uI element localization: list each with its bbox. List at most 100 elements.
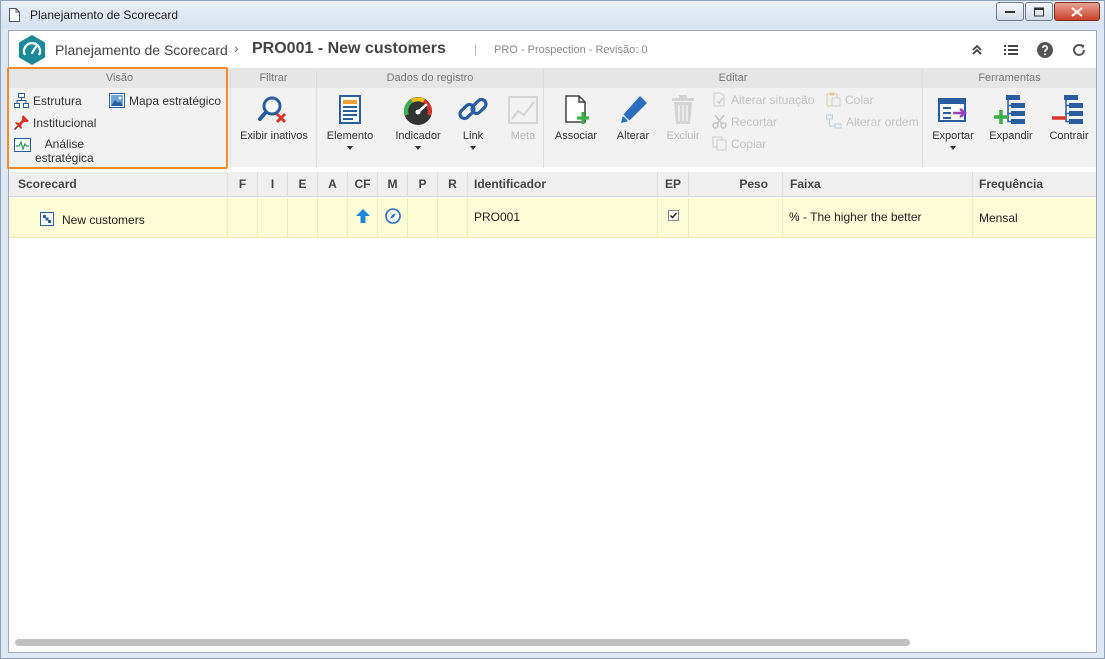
cell-r xyxy=(438,198,468,238)
link-button[interactable]: Link xyxy=(451,93,495,150)
link-icon xyxy=(458,97,488,121)
minimize-button[interactable] xyxy=(996,2,1024,21)
meta-chart-icon xyxy=(508,96,538,124)
change-status-icon xyxy=(713,92,725,107)
arrow-up-icon xyxy=(356,209,370,223)
link-label: Link xyxy=(462,130,484,142)
estrutura-label: Estrutura xyxy=(33,93,82,108)
page-title: PRO001 - New customers xyxy=(252,40,446,57)
window-controls xyxy=(995,2,1100,21)
strategic-map-icon xyxy=(109,93,125,108)
col-header-f[interactable]: F xyxy=(228,172,258,197)
col-header-e[interactable]: E xyxy=(288,172,318,197)
ep-checkbox[interactable] xyxy=(668,210,679,221)
col-header-r[interactable]: R xyxy=(438,172,468,197)
alterar-ordem-label: Alterar ordem xyxy=(846,114,919,129)
copiar-button[interactable]: Copiar xyxy=(712,136,766,151)
strategic-analysis-icon xyxy=(14,138,31,152)
alterar-ordem-button[interactable]: Alterar ordem xyxy=(826,114,919,129)
collapse-up-icon[interactable] xyxy=(968,41,986,59)
copy-icon xyxy=(712,136,727,151)
app-client: Planejamento de Scorecard › PRO001 - New… xyxy=(7,30,1097,653)
ribbon-toolbar: Visão Estrutura Mapa estratégico Institu… xyxy=(7,67,1096,169)
col-header-frequencia[interactable]: Frequência xyxy=(973,172,1096,197)
page-subtitle: PRO - Prospection - Revisão: 0 xyxy=(494,44,648,56)
trash-icon xyxy=(672,95,694,124)
col-header-scorecard[interactable]: Scorecard xyxy=(9,172,228,197)
alterar-button[interactable]: Alterar xyxy=(608,93,658,142)
pencil-icon xyxy=(621,96,647,123)
group-title-ferramentas: Ferramentas xyxy=(923,69,1096,88)
cell-p xyxy=(408,198,438,238)
col-header-a[interactable]: A xyxy=(318,172,348,197)
collapse-tree-icon xyxy=(1052,95,1083,124)
alterar-situacao-button[interactable]: Alterar situação xyxy=(712,92,814,107)
scorecard-name: New customers xyxy=(62,213,145,227)
ribbon-group-visao: Visão Estrutura Mapa estratégico Institu… xyxy=(7,67,231,169)
paste-icon xyxy=(826,92,841,107)
cell-m xyxy=(378,198,408,238)
elemento-button[interactable]: Elemento xyxy=(323,93,377,150)
analise-estrategica-button[interactable]: Análise estratégica xyxy=(14,137,94,165)
col-header-peso[interactable]: Peso xyxy=(689,172,783,197)
mapa-estrategico-label: Mapa estratégico xyxy=(129,93,222,108)
mapa-estrategico-button[interactable]: Mapa estratégico xyxy=(109,93,221,108)
colar-button[interactable]: Colar xyxy=(826,92,874,107)
exibir-inativos-label: Exibir inativos xyxy=(240,130,308,142)
expandir-label: Expandir xyxy=(989,130,1033,142)
table-row[interactable]: New customers PRO001 % - The higher the … xyxy=(9,198,1096,238)
breadcrumb-app[interactable]: Planejamento de Scorecard xyxy=(55,42,228,58)
exibir-inativos-button[interactable]: Exibir inativos xyxy=(239,93,309,142)
alterar-label: Alterar xyxy=(616,130,650,142)
colar-label: Colar xyxy=(845,92,874,107)
scorecard-item-icon xyxy=(40,212,54,226)
horizontal-scrollbar[interactable] xyxy=(15,639,910,646)
col-header-p[interactable]: P xyxy=(408,172,438,197)
indicador-label: Indicador xyxy=(395,130,441,142)
cell-a xyxy=(318,198,348,238)
cell-ep xyxy=(658,198,689,238)
contrair-button[interactable]: Contrair xyxy=(1043,93,1095,142)
col-header-faixa[interactable]: Faixa xyxy=(783,172,973,197)
pin-icon xyxy=(14,115,29,130)
exportar-dropdown-caret xyxy=(950,146,956,150)
col-header-m[interactable]: M xyxy=(378,172,408,197)
col-header-cf[interactable]: CF xyxy=(348,172,378,197)
institucional-label: Institucional xyxy=(33,115,97,130)
meta-button[interactable]: Meta xyxy=(499,93,547,142)
indicador-dropdown-caret xyxy=(415,146,421,150)
help-icon[interactable] xyxy=(1036,41,1054,59)
close-button[interactable] xyxy=(1054,2,1100,21)
analise-estrategica-line2: estratégica xyxy=(35,151,94,165)
excluir-button[interactable]: Excluir xyxy=(660,93,706,142)
list-icon[interactable] xyxy=(1002,41,1020,59)
maximize-button[interactable] xyxy=(1025,2,1053,21)
document-icon xyxy=(9,8,20,22)
elemento-label: Elemento xyxy=(326,130,374,142)
refresh-icon[interactable] xyxy=(1070,41,1088,59)
cell-faixa: % - The higher the better xyxy=(783,198,973,238)
analise-estrategica-label: Análise estratégica xyxy=(35,137,94,165)
compass-icon xyxy=(385,208,401,224)
col-header-identificador[interactable]: Identificador xyxy=(468,172,658,197)
recortar-button[interactable]: Recortar xyxy=(712,114,777,129)
minimize-icon xyxy=(1005,10,1015,13)
link-dropdown-caret xyxy=(470,146,476,150)
cell-frequencia: Mensal xyxy=(973,198,1096,238)
group-title-filtrar: Filtrar xyxy=(231,69,316,88)
window-title: Planejamento de Scorecard xyxy=(30,8,179,22)
institucional-button[interactable]: Institucional xyxy=(14,115,96,130)
estrutura-button[interactable]: Estrutura xyxy=(14,93,82,108)
cell-e xyxy=(288,198,318,238)
recortar-label: Recortar xyxy=(731,114,778,129)
expandir-button[interactable]: Expandir xyxy=(985,93,1037,142)
title-bar: Planejamento de Scorecard xyxy=(1,1,1104,29)
cell-i xyxy=(258,198,288,238)
indicador-button[interactable]: Indicador xyxy=(387,93,449,150)
col-header-ep[interactable]: EP xyxy=(658,172,689,197)
associar-button[interactable]: Associar xyxy=(548,93,604,142)
col-header-i[interactable]: I xyxy=(258,172,288,197)
copiar-label: Copiar xyxy=(731,136,767,151)
exportar-button[interactable]: Exportar xyxy=(927,93,979,150)
search-remove-icon xyxy=(258,96,287,124)
